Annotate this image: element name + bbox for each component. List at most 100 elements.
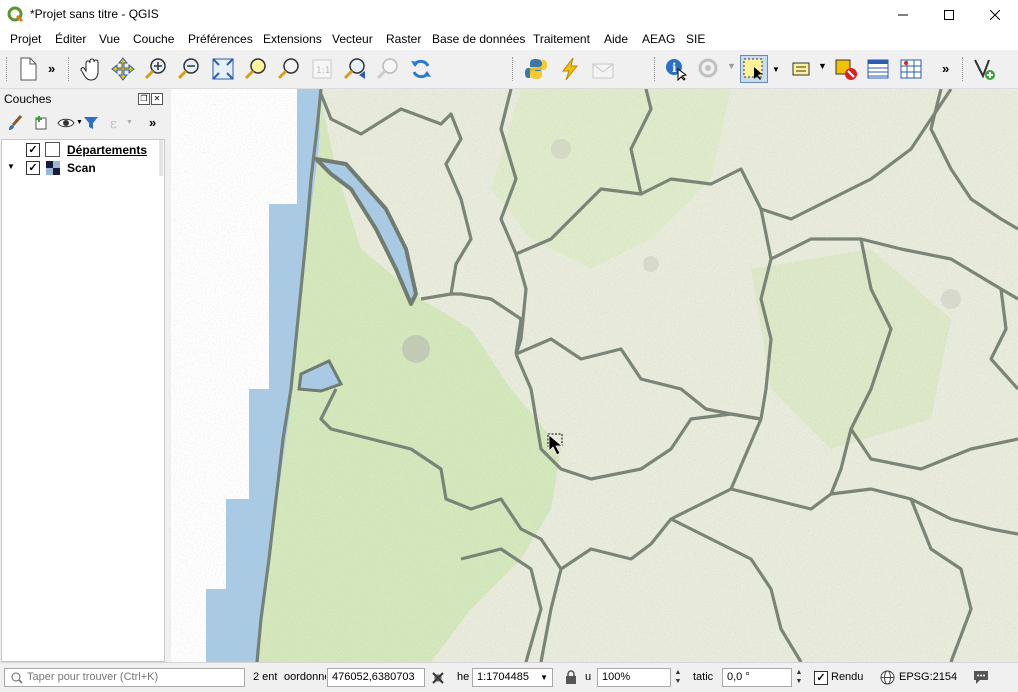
coordinate-field[interactable]: 476052,6380703 — [327, 668, 425, 687]
close-button[interactable] — [972, 0, 1018, 30]
toolbar-separator — [962, 57, 965, 81]
status-bar: Taper pour trouver (Ctrl+K) 2 ent oordon… — [0, 662, 1018, 692]
maximize-button[interactable] — [926, 0, 972, 30]
svg-text:ε: ε — [110, 117, 117, 131]
maximize-icon — [944, 10, 954, 20]
city-bordeaux — [402, 335, 430, 363]
render-checkbox[interactable]: ✓ — [814, 671, 828, 685]
minimize-button[interactable] — [880, 0, 926, 30]
map-canvas[interactable] — [171, 89, 1018, 662]
map-svg[interactable] — [171, 89, 1018, 662]
statistics-icon — [900, 59, 922, 79]
scale-dropdown-arrow[interactable]: ▼ — [540, 669, 548, 686]
scale-value: 1:1704485 — [477, 671, 529, 683]
select-by-value-button[interactable] — [788, 55, 816, 83]
attribute-table-button[interactable] — [864, 55, 892, 83]
magnifier-field[interactable]: 100% — [597, 668, 671, 687]
crs-label[interactable]: EPSG:2154 — [899, 671, 957, 683]
action-button[interactable] — [695, 55, 723, 83]
zoom-next-button[interactable] — [374, 55, 402, 83]
zoom-last-button[interactable] — [341, 55, 369, 83]
action-dropdown-arrow[interactable]: ▼ — [727, 61, 736, 71]
expand-arrow-icon[interactable]: ▼ — [7, 162, 15, 171]
plugin-disabled-button[interactable] — [589, 55, 617, 83]
select-features-button[interactable] — [740, 55, 768, 83]
menu-traitement[interactable]: Traitement — [533, 32, 590, 46]
globe-icon[interactable] — [880, 670, 895, 685]
menu-preferences[interactable]: Préférences — [188, 32, 253, 46]
toolbar-more-1[interactable]: » — [48, 61, 55, 76]
panel-float-button[interactable]: ❐ — [138, 93, 150, 105]
magnifier-spinner[interactable]: ▲ ▼ — [672, 668, 684, 687]
menu-raster[interactable]: Raster — [386, 32, 421, 46]
menu-aeag[interactable]: AEAG — [642, 32, 675, 46]
tree-scrollbar[interactable] — [159, 140, 163, 176]
messages-icon[interactable] — [972, 669, 990, 685]
layer-visibility-checkbox[interactable]: ✓ — [26, 143, 40, 157]
expression-dropdown-arrow[interactable]: ▼ — [126, 119, 133, 126]
zoom-to-layer-button[interactable] — [275, 55, 303, 83]
pan-button[interactable] — [78, 55, 106, 83]
refresh-button[interactable] — [407, 55, 435, 83]
main-toolbar: » 1:1 i ▼ ▼ ▼ » — [0, 51, 1018, 89]
toolbar-separator — [68, 57, 71, 81]
toolbar-handle[interactable] — [6, 57, 9, 81]
rotation-field[interactable]: 0,0 ° — [722, 668, 792, 687]
search-icon — [11, 672, 23, 684]
panel-toolbar-more[interactable]: » — [149, 115, 156, 130]
layer-visibility-checkbox[interactable]: ✓ — [26, 161, 40, 175]
identify-button[interactable]: i — [662, 55, 690, 83]
select-value-icon — [792, 62, 810, 76]
layer-item-departements[interactable]: ✓ Départements — [2, 141, 162, 159]
menu-extensions[interactable]: Extensions — [263, 32, 322, 46]
zoom-to-selection-button[interactable] — [242, 55, 270, 83]
panel-close-button[interactable]: ✕ — [151, 93, 163, 105]
statistics-button[interactable] — [897, 55, 925, 83]
deselect-button[interactable] — [832, 55, 860, 83]
zoom-native-button[interactable]: 1:1 — [308, 55, 336, 83]
rotation-spinner[interactable]: ▲ ▼ — [793, 668, 805, 687]
add-vertex-button[interactable] — [970, 55, 998, 83]
lock-icon[interactable] — [565, 670, 577, 685]
zoom-full-button[interactable] — [209, 55, 237, 83]
select-dropdown-button[interactable]: ▼ — [769, 55, 783, 83]
manage-visibility-button[interactable] — [57, 114, 75, 132]
menu-editer[interactable]: Éditer — [55, 32, 86, 46]
city-marker — [551, 139, 571, 159]
new-project-button[interactable] — [14, 55, 42, 83]
processing-button[interactable] — [556, 55, 584, 83]
zoom-out-button[interactable] — [175, 55, 203, 83]
menu-aide[interactable]: Aide — [604, 32, 628, 46]
toolbar-more-2[interactable]: » — [942, 61, 949, 76]
zoom-next-icon — [376, 58, 398, 80]
city-marker — [643, 256, 659, 272]
add-group-button[interactable] — [32, 114, 50, 132]
extents-toggle-icon[interactable] — [430, 670, 446, 686]
layer-item-scan[interactable]: ▼ ✓ Scan — [2, 159, 162, 177]
close-icon — [990, 10, 1000, 20]
table-icon — [867, 59, 889, 79]
select-value-dropdown[interactable]: ▼ — [818, 61, 827, 71]
scale-combobox[interactable]: 1:1704485 ▼ — [472, 668, 553, 687]
vertex-add-icon — [974, 59, 995, 80]
svg-text:i: i — [672, 61, 677, 75]
render-label: Rendu — [831, 671, 864, 683]
menu-vue[interactable]: Vue — [99, 32, 120, 46]
filter-funnel-icon — [84, 117, 98, 129]
locator-search-input[interactable]: Taper pour trouver (Ctrl+K) — [4, 668, 245, 687]
menu-base-de-donnees[interactable]: Base de données — [432, 32, 525, 46]
svg-text:1:1: 1:1 — [316, 66, 330, 76]
coordinate-label: oordonné — [284, 671, 326, 683]
menu-projet[interactable]: Projet — [10, 32, 41, 46]
menu-sie[interactable]: SIE — [686, 32, 705, 46]
filter-expression-button[interactable]: ε — [108, 114, 126, 132]
zoom-in-button[interactable] — [142, 55, 170, 83]
menu-vecteur[interactable]: Vecteur — [332, 32, 373, 46]
style-layer-button[interactable] — [6, 114, 24, 132]
pan-to-selection-button[interactable] — [109, 55, 137, 83]
expression-icon: ε — [110, 117, 117, 131]
menu-couche[interactable]: Couche — [133, 32, 174, 46]
toolbar-separator — [654, 57, 657, 81]
python-console-button[interactable] — [522, 55, 550, 83]
filter-legend-button[interactable] — [82, 114, 100, 132]
